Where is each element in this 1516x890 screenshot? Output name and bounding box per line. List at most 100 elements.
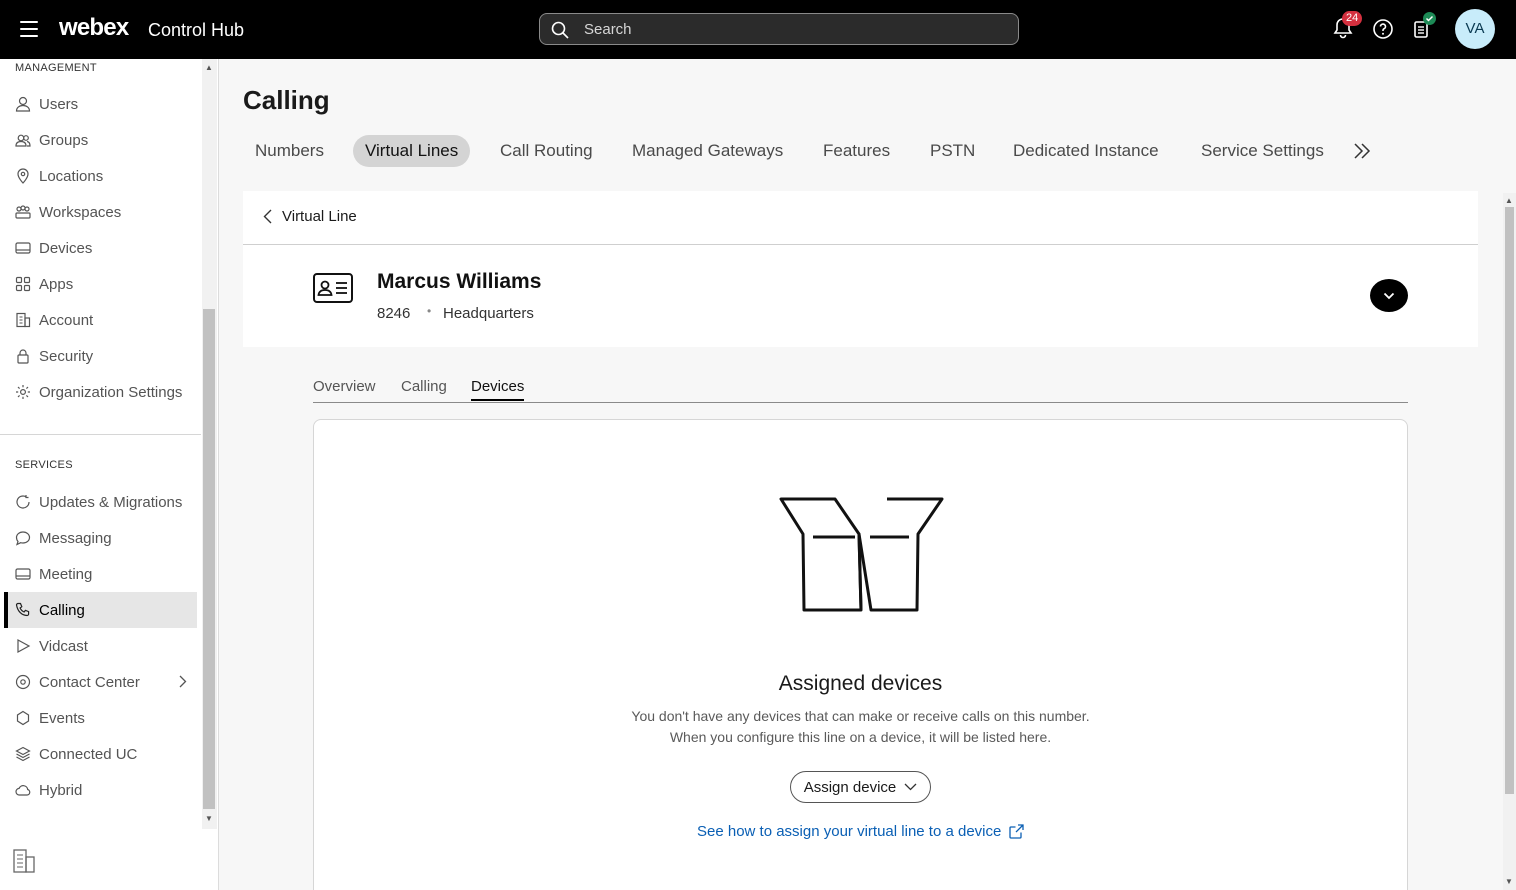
avatar[interactable]: VA (1455, 9, 1495, 49)
sidebar-item-calling[interactable]: Calling (4, 592, 197, 628)
sidebar-item-label: Workspaces (39, 203, 122, 221)
location-pin-icon (15, 168, 31, 184)
back-link-label: Virtual Line (282, 208, 357, 225)
sidebar-item-label: Groups (39, 131, 89, 149)
expand-button[interactable] (1370, 279, 1408, 312)
lock-icon (15, 348, 31, 364)
subtab-devices[interactable]: Devices (471, 378, 525, 401)
sidebar-item-label: Vidcast (39, 637, 88, 655)
groups-icon (15, 132, 31, 148)
separator-dot: • (427, 304, 432, 318)
building-icon (15, 312, 31, 328)
sidebar-item-hybrid[interactable]: Hybrid (4, 772, 197, 808)
empty-state-text-1: You don't have any devices that can make… (631, 708, 1090, 724)
cloud-icon (15, 782, 31, 798)
extension: 8246 (377, 305, 411, 322)
tab-pstn[interactable]: PSTN (918, 135, 987, 167)
assigned-devices-panel: Assigned devices You don't have any devi… (313, 419, 1408, 890)
help-link[interactable]: See how to assign your virtual line to a… (697, 823, 1024, 840)
detail-subtabs: Overview Calling Devices (313, 378, 1408, 403)
sidebar-item-label: Devices (39, 239, 93, 257)
sidebar: MANAGEMENT Users Groups Locations Worksp… (0, 59, 219, 890)
sidebar-item-label: Hybrid (39, 781, 83, 799)
tab-call-routing[interactable]: Call Routing (488, 135, 605, 167)
sidebar-divider (0, 434, 201, 435)
empty-box-illustration (779, 497, 944, 612)
tab-numbers[interactable]: Numbers (243, 135, 336, 167)
layers-icon (15, 746, 31, 762)
gear-icon (15, 384, 31, 400)
id-card-icon (313, 273, 353, 303)
sidebar-item-workspaces[interactable]: Workspaces (4, 194, 197, 230)
sidebar-item-vidcast[interactable]: Vidcast (4, 628, 197, 664)
top-bar: webex Control Hub 24 VA (0, 0, 1516, 59)
sidebar-item-messaging[interactable]: Messaging (4, 520, 197, 556)
sidebar-item-events[interactable]: Events (4, 700, 197, 736)
scroll-down-arrow-icon[interactable]: ▼ (205, 814, 213, 823)
chat-bubble-icon (15, 530, 31, 546)
sidebar-item-label: Meeting (39, 565, 93, 583)
tab-managed-gateways[interactable]: Managed Gateways (620, 135, 795, 167)
sidebar-item-apps[interactable]: Apps (4, 266, 197, 302)
building-icon[interactable] (12, 848, 36, 874)
sidebar-item-meeting[interactable]: Meeting (4, 556, 197, 592)
assign-device-button[interactable]: Assign device (790, 771, 931, 803)
tab-virtual-lines[interactable]: Virtual Lines (353, 135, 471, 167)
sidebar-item-contact-center[interactable]: Contact Center (4, 664, 197, 700)
sidebar-item-devices[interactable]: Devices (4, 230, 197, 266)
chevron-left-icon (263, 209, 272, 224)
sidebar-item-locations[interactable]: Locations (4, 158, 197, 194)
sidebar-item-label: Locations (39, 167, 104, 185)
brand-logo: webex (59, 14, 129, 41)
sidebar-item-label: Apps (39, 275, 74, 293)
assign-device-label: Assign device (803, 778, 897, 796)
sidebar-item-groups[interactable]: Groups (4, 122, 197, 158)
sidebar-item-label: Events (39, 709, 85, 727)
search-bar[interactable] (539, 13, 1019, 45)
refresh-icon (15, 494, 31, 510)
status-check-icon (1423, 12, 1436, 25)
sidebar-item-connected-uc[interactable]: Connected UC (4, 736, 197, 772)
workspaces-icon (15, 204, 31, 220)
location: Headquarters (443, 305, 534, 322)
scroll-down-arrow-icon[interactable]: ▼ (1505, 877, 1513, 886)
back-link[interactable]: Virtual Line (263, 208, 357, 225)
user-icon (15, 96, 31, 112)
scroll-up-arrow-icon[interactable]: ▲ (205, 63, 213, 72)
help-link-label: See how to assign your virtual line to a… (697, 823, 1002, 840)
events-icon (15, 710, 31, 726)
search-input[interactable] (584, 19, 1004, 39)
empty-state-text-2: When you configure this line on a device… (669, 729, 1052, 745)
sidebar-item-label: Connected UC (39, 745, 138, 763)
page-title: Calling (243, 85, 330, 115)
subtab-overview[interactable]: Overview (313, 378, 376, 399)
tab-service-settings[interactable]: Service Settings (1189, 135, 1336, 167)
sidebar-item-organization-settings[interactable]: Organization Settings (4, 374, 197, 410)
scroll-up-arrow-icon[interactable]: ▲ (1505, 196, 1513, 205)
chevron-right-icon[interactable] (179, 675, 187, 688)
sidebar-item-account[interactable]: Account (4, 302, 197, 338)
sidebar-scroll-thumb[interactable] (203, 309, 215, 809)
sidebar-item-security[interactable]: Security (4, 338, 197, 374)
virtual-line-name: Marcus Williams (377, 270, 542, 293)
help-icon[interactable] (1373, 19, 1393, 39)
subtab-calling[interactable]: Calling (401, 378, 447, 399)
external-link-icon (1009, 824, 1024, 839)
search-icon (551, 21, 569, 39)
tab-dedicated-instance[interactable]: Dedicated Instance (1001, 135, 1171, 167)
menu-icon[interactable] (20, 21, 38, 37)
sidebar-item-label: Contact Center (39, 673, 140, 691)
contact-center-icon (15, 674, 31, 690)
main-scroll-thumb[interactable] (1505, 207, 1514, 794)
sidebar-item-label: Organization Settings (39, 383, 183, 401)
device-icon (15, 240, 31, 256)
sidebar-item-users[interactable]: Users (4, 86, 197, 122)
tab-features[interactable]: Features (811, 135, 902, 167)
empty-state-title: Assigned devices (778, 672, 943, 695)
card-divider (243, 244, 1478, 245)
virtual-line-header-card: Virtual Line Marcus Williams 8246 • Head… (243, 191, 1478, 347)
double-chevron-right-icon[interactable] (1352, 141, 1372, 161)
sidebar-item-label: Security (39, 347, 94, 365)
sidebar-item-updates-migrations[interactable]: Updates & Migrations (4, 484, 197, 520)
sidebar-item-label: Messaging (39, 529, 112, 547)
